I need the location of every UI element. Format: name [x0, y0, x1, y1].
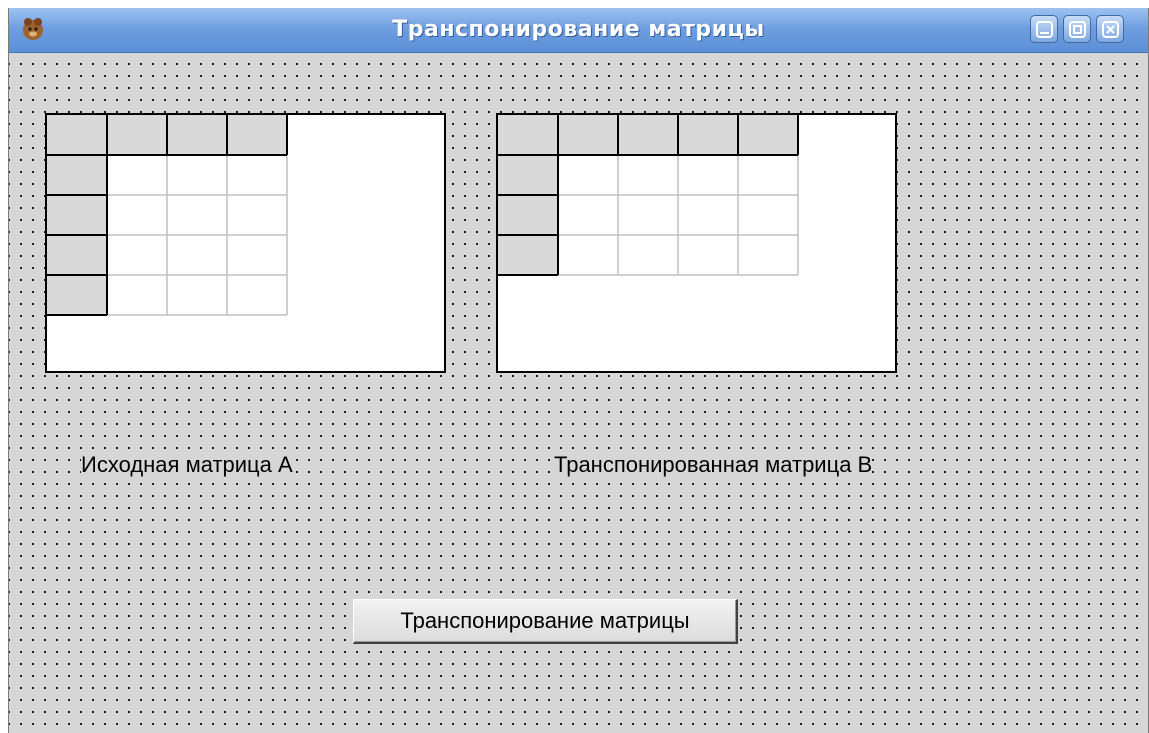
- maximize-icon: [1069, 21, 1086, 38]
- matrix-a-label: Исходная матрица А: [81, 452, 293, 478]
- grid-cell[interactable]: [678, 235, 738, 275]
- grid-cell[interactable]: [558, 235, 618, 275]
- grid-cell[interactable]: [618, 235, 678, 275]
- grid-cell[interactable]: [678, 155, 738, 195]
- fixed-cell: [47, 155, 107, 195]
- fixed-cell: [227, 115, 287, 155]
- grid-cell[interactable]: [738, 155, 798, 195]
- window-title: Транспонирование матрицы: [392, 17, 765, 42]
- matrix-b-label: Транспонированная матрица В: [554, 452, 873, 478]
- grid-cell[interactable]: [738, 235, 798, 275]
- close-button[interactable]: [1096, 15, 1124, 43]
- grid-cell[interactable]: [167, 155, 227, 195]
- grid-cell[interactable]: [167, 275, 227, 315]
- fixed-cell: [498, 195, 558, 235]
- grid-cell[interactable]: [107, 195, 167, 235]
- close-icon: [1102, 21, 1119, 38]
- matrix-b-grid[interactable]: [496, 113, 897, 373]
- grid-cell[interactable]: [618, 195, 678, 235]
- fixed-cell: [558, 115, 618, 155]
- grid-cell[interactable]: [107, 155, 167, 195]
- grid-cell[interactable]: [227, 235, 287, 275]
- fixed-cell: [498, 235, 558, 275]
- fixed-cell: [47, 115, 107, 155]
- grid-cell[interactable]: [618, 155, 678, 195]
- maximize-button[interactable]: [1063, 15, 1091, 43]
- fixed-cell: [167, 115, 227, 155]
- fixed-cell: [47, 235, 107, 275]
- fixed-cell: [738, 115, 798, 155]
- fixed-cell: [47, 275, 107, 315]
- grid-cell[interactable]: [558, 195, 618, 235]
- matrix-a-grid[interactable]: [45, 113, 446, 373]
- grid-cell[interactable]: [107, 275, 167, 315]
- grid-cell[interactable]: [738, 195, 798, 235]
- title-bar[interactable]: Транспонирование матрицы: [9, 8, 1148, 53]
- fixed-cell: [678, 115, 738, 155]
- grid-cell[interactable]: [167, 235, 227, 275]
- fixed-cell: [107, 115, 167, 155]
- application-window: Транспонирование матрицы Исходная матриц…: [8, 8, 1149, 733]
- grid-cell[interactable]: [558, 155, 618, 195]
- grid-cell[interactable]: [107, 235, 167, 275]
- grid-cell[interactable]: [678, 195, 738, 235]
- minimize-button[interactable]: [1030, 15, 1058, 43]
- grid-cell[interactable]: [227, 275, 287, 315]
- minimize-icon: [1036, 21, 1053, 38]
- grid-cell[interactable]: [227, 195, 287, 235]
- fixed-cell: [498, 155, 558, 195]
- grid-cell[interactable]: [167, 195, 227, 235]
- fixed-cell: [618, 115, 678, 155]
- form-canvas: Исходная матрица А Транспонированная мат…: [9, 53, 1148, 733]
- transpose-button[interactable]: Транспонирование матрицы: [353, 599, 738, 644]
- fixed-cell: [498, 115, 558, 155]
- matrix-b-cells[interactable]: [498, 115, 895, 371]
- fixed-cell: [47, 195, 107, 235]
- matrix-a-cells[interactable]: [47, 115, 444, 371]
- grid-cell[interactable]: [227, 155, 287, 195]
